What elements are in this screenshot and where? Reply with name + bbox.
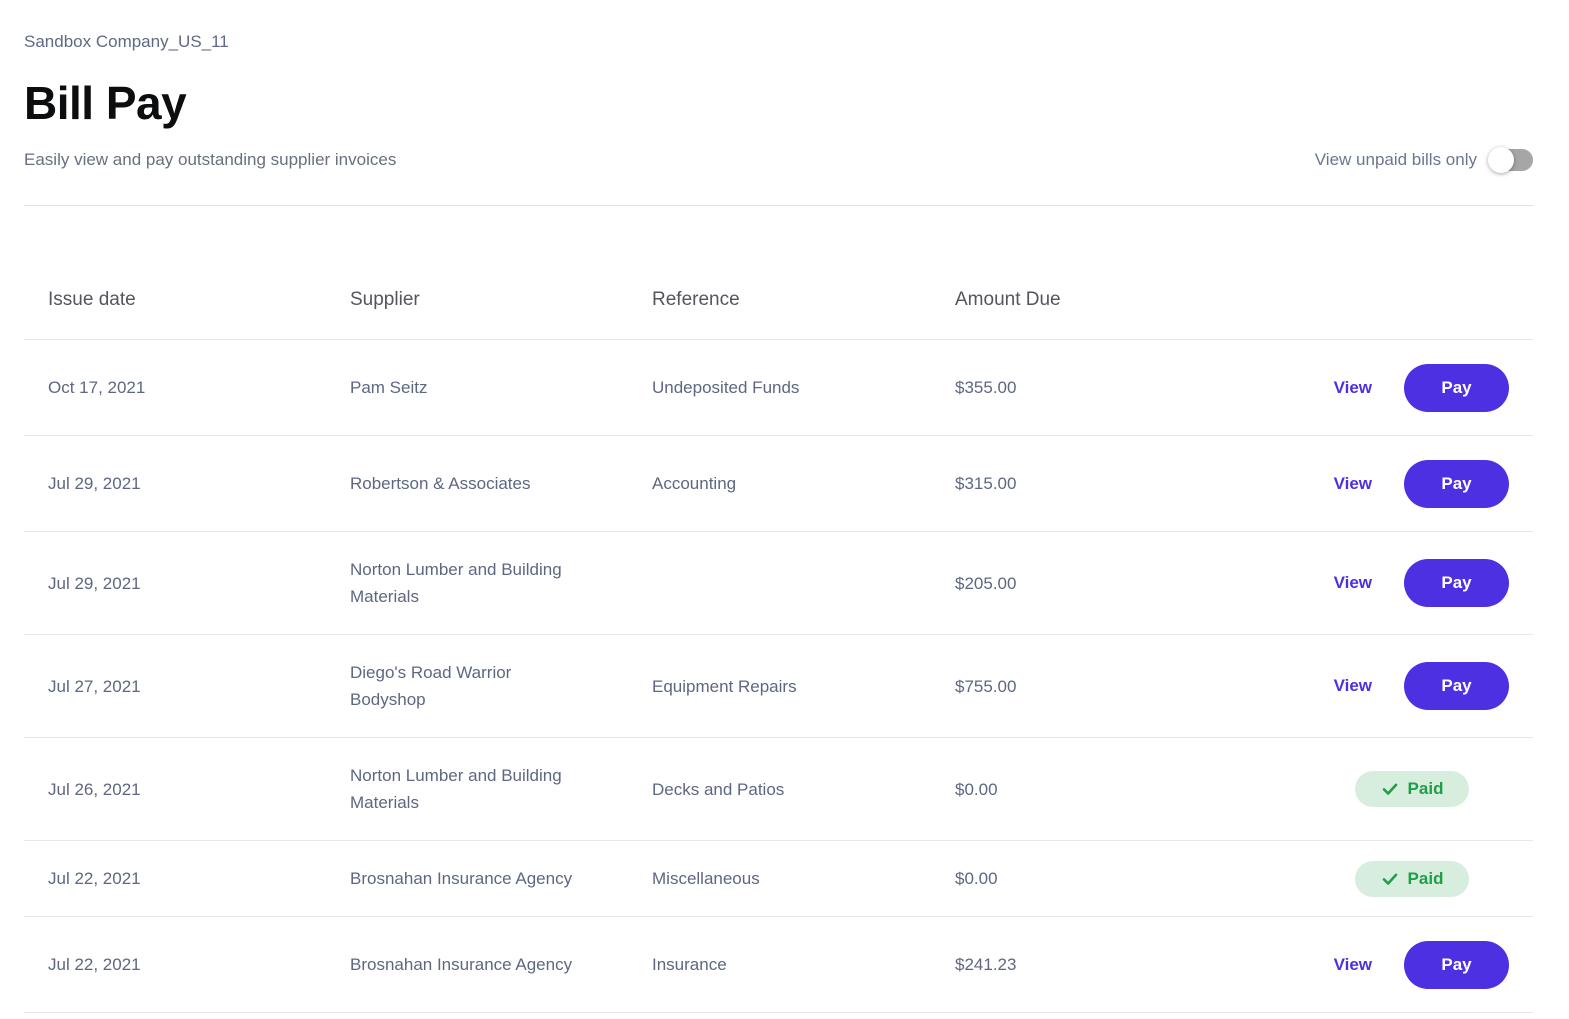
issue-date-cell: Jul 22, 2021 — [48, 955, 141, 974]
column-header-supplier: Supplier — [350, 289, 420, 310]
paid-badge: Paid — [1355, 771, 1469, 807]
bill-table-body: Oct 17, 2021 Pam Seitz Undeposited Funds… — [0, 340, 1569, 1013]
issue-date-cell: Jul 27, 2021 — [48, 676, 141, 696]
bill-pay-page: Sandbox Company_US_11 Bill Pay Easily vi… — [0, 0, 1569, 1013]
actions-cell: View Pay — [1334, 662, 1509, 710]
amount-due-cell: $755.00 — [955, 676, 1017, 696]
column-header-issue-date: Issue date — [48, 289, 136, 310]
page-subtitle: Easily view and pay outstanding supplier… — [24, 150, 397, 169]
amount-due-cell: $355.00 — [955, 378, 1017, 397]
table-row: Jul 22, 2021 Brosnahan Insurance Agency … — [24, 841, 1533, 917]
paid-label: Paid — [1407, 868, 1444, 888]
table-row: Jul 26, 2021 Norton Lumber and Building … — [24, 738, 1533, 841]
issue-date-cell: Jul 29, 2021 — [48, 474, 141, 493]
supplier-cell: Norton Lumber and Building Materials — [350, 560, 562, 606]
supplier-cell: Pam Seitz — [350, 378, 428, 397]
unpaid-only-toggle[interactable] — [1488, 147, 1533, 173]
view-link[interactable]: View — [1334, 955, 1372, 975]
reference-cell: Decks and Patios — [652, 779, 785, 799]
pay-button[interactable]: Pay — [1404, 459, 1509, 508]
table-header-row: Issue date Supplier Reference Amount Due — [24, 206, 1533, 340]
actions-cell: View Pay — [1334, 363, 1509, 412]
actions-cell: View Pay — [1334, 559, 1509, 607]
supplier-cell: Brosnahan Insurance Agency — [350, 869, 573, 888]
amount-due-cell: $0.00 — [955, 869, 998, 888]
unpaid-filter: View unpaid bills only — [1314, 147, 1533, 173]
reference-cell: Insurance — [652, 955, 727, 974]
reference-cell: Accounting — [652, 474, 737, 493]
page-title: Bill Pay — [24, 77, 187, 129]
actions-unpaid: View Pay — [1334, 363, 1509, 412]
paid-badge: Paid — [1355, 860, 1469, 897]
actions-unpaid: View Pay — [1334, 662, 1509, 710]
actions-unpaid: View Pay — [1334, 940, 1509, 989]
view-link[interactable]: View — [1334, 573, 1372, 593]
actions-cell: Paid — [1355, 860, 1509, 897]
pay-button[interactable]: Pay — [1404, 363, 1509, 412]
reference-cell — [652, 559, 955, 607]
supplier-cell: Brosnahan Insurance Agency — [350, 955, 573, 974]
issue-date-cell: Jul 22, 2021 — [48, 869, 141, 888]
pay-button[interactable]: Pay — [1404, 940, 1509, 989]
toggle-label: View unpaid bills only — [1314, 150, 1477, 169]
table-row: Jul 29, 2021 Robertson & Associates Acco… — [24, 436, 1533, 532]
amount-due-cell: $315.00 — [955, 474, 1017, 493]
table-row: Jul 22, 2021 Brosnahan Insurance Agency … — [24, 917, 1533, 1013]
page-header: Sandbox Company_US_11 Bill Pay Easily vi… — [24, 30, 1533, 173]
reference-cell: Equipment Repairs — [652, 676, 797, 696]
supplier-cell: Diego's Road Warrior Bodyshop — [350, 663, 512, 709]
supplier-cell: Robertson & Associates — [350, 474, 531, 493]
issue-date-cell: Oct 17, 2021 — [48, 378, 146, 397]
check-icon — [1382, 873, 1397, 885]
view-link[interactable]: View — [1334, 474, 1372, 494]
actions-unpaid: View Pay — [1334, 559, 1509, 607]
view-link[interactable]: View — [1334, 378, 1372, 398]
actions-cell: Paid — [1355, 771, 1509, 807]
company-name: Sandbox Company_US_11 — [24, 32, 229, 51]
issue-date-cell: Jul 29, 2021 — [48, 573, 141, 593]
pay-button[interactable]: Pay — [1404, 559, 1509, 607]
column-header-reference: Reference — [652, 289, 740, 310]
check-icon — [1382, 783, 1397, 795]
actions-unpaid: View Pay — [1334, 459, 1509, 508]
table-row: Jul 29, 2021 Norton Lumber and Building … — [24, 532, 1533, 635]
view-link[interactable]: View — [1334, 676, 1372, 696]
column-header-amount-due: Amount Due — [955, 289, 1061, 310]
amount-due-cell: $241.23 — [955, 955, 1017, 974]
paid-label: Paid — [1407, 779, 1444, 798]
bill-table: Issue date Supplier Reference Amount Due… — [0, 206, 1569, 1013]
toggle-thumb-icon — [1488, 147, 1514, 173]
reference-cell: Undeposited Funds — [652, 378, 800, 397]
subtitle-row: Easily view and pay outstanding supplier… — [24, 147, 1533, 173]
amount-due-cell: $205.00 — [955, 573, 1017, 593]
amount-due-cell: $0.00 — [955, 779, 998, 799]
actions-cell: View Pay — [1334, 459, 1509, 508]
pay-button[interactable]: Pay — [1404, 662, 1509, 710]
table-row: Oct 17, 2021 Pam Seitz Undeposited Funds… — [24, 340, 1533, 436]
actions-cell: View Pay — [1334, 940, 1509, 989]
issue-date-cell: Jul 26, 2021 — [48, 779, 141, 799]
table-row: Jul 27, 2021 Diego's Road Warrior Bodysh… — [24, 635, 1533, 738]
reference-cell: Miscellaneous — [652, 869, 760, 888]
supplier-cell: Norton Lumber and Building Materials — [350, 766, 562, 812]
